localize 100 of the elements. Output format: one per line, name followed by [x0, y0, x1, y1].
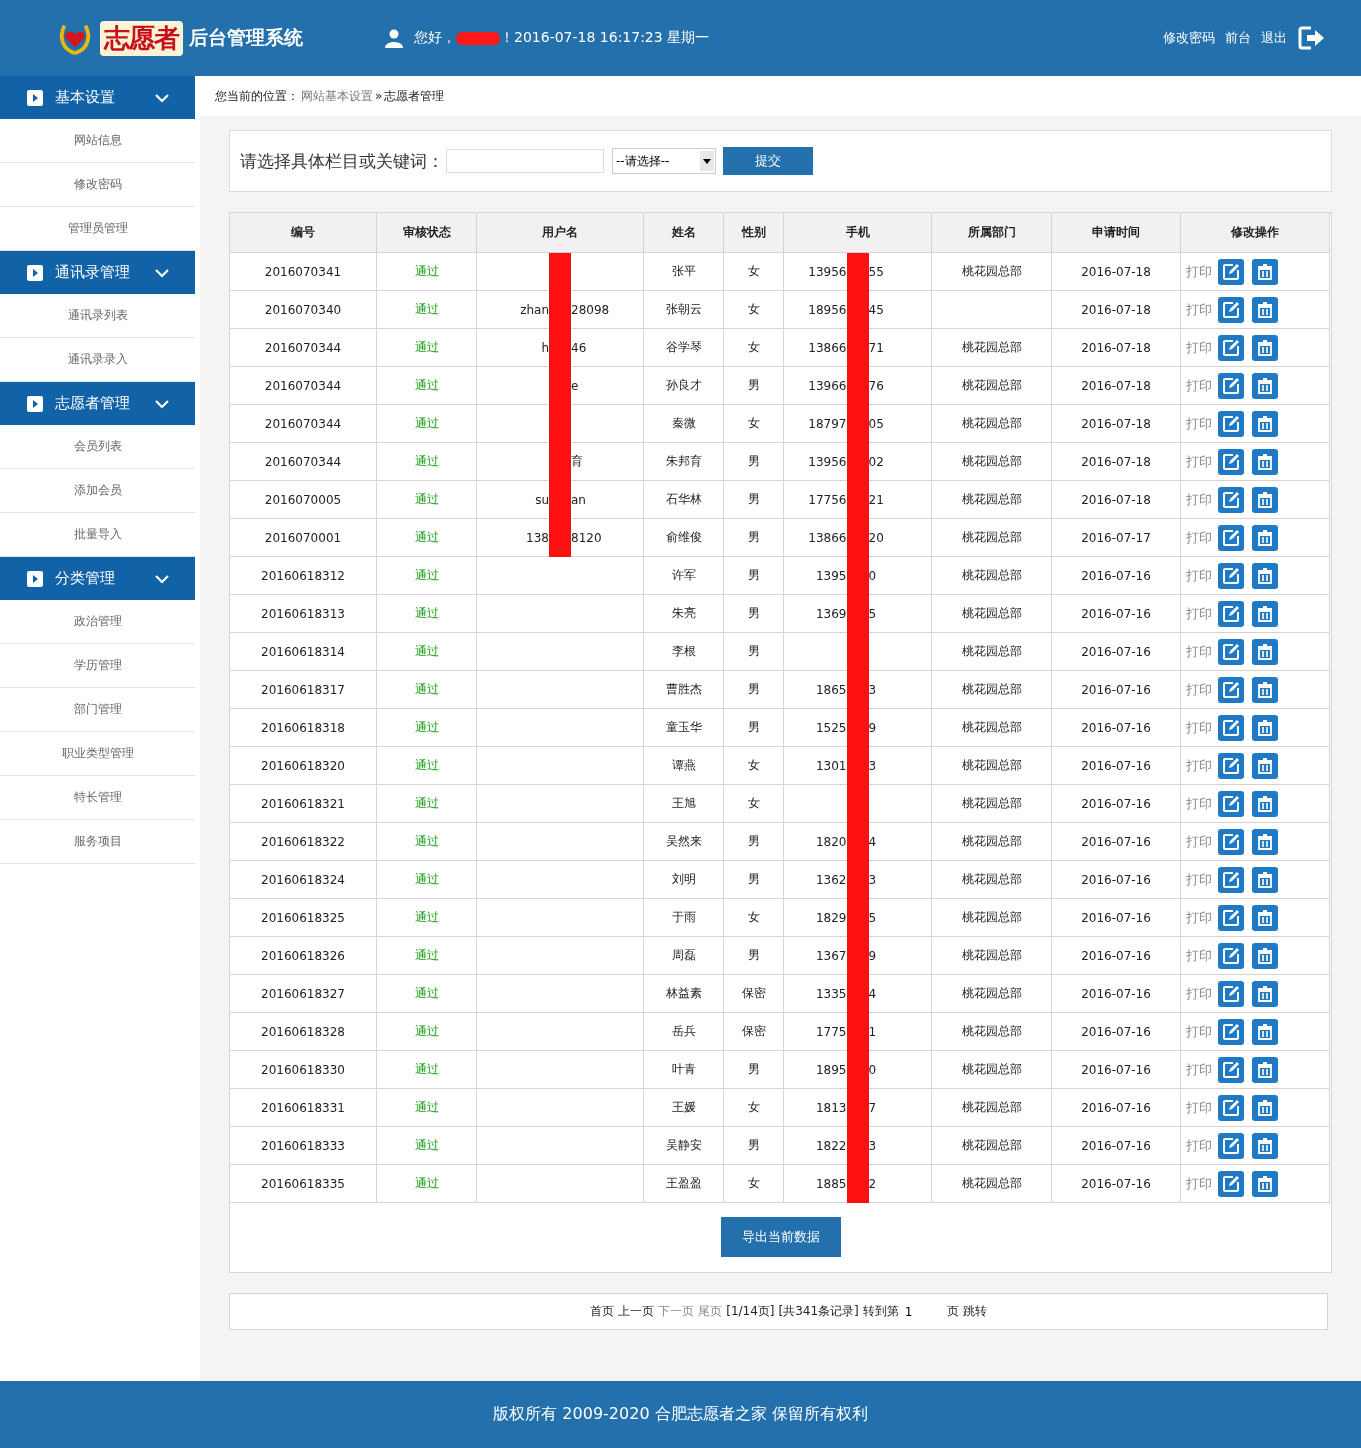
sidebar-group-header[interactable]: 志愿者管理: [0, 382, 195, 425]
trash-icon[interactable]: [1252, 410, 1278, 437]
trash-icon[interactable]: [1252, 980, 1278, 1007]
trash-icon[interactable]: [1252, 1170, 1278, 1197]
sidebar-item[interactable]: 部门管理: [0, 688, 195, 732]
header-link[interactable]: 修改密码: [1163, 29, 1215, 47]
edit-icon[interactable]: [1218, 334, 1244, 361]
export-button[interactable]: 导出当前数据: [720, 1217, 841, 1257]
trash-icon[interactable]: [1252, 448, 1278, 475]
edit-icon[interactable]: [1218, 486, 1244, 513]
edit-icon[interactable]: [1218, 942, 1244, 969]
trash-icon[interactable]: [1252, 524, 1278, 551]
print-link[interactable]: 打印: [1186, 871, 1212, 887]
print-link[interactable]: 打印: [1186, 453, 1212, 469]
edit-icon[interactable]: [1218, 1094, 1244, 1121]
keyword-field[interactable]: [446, 149, 604, 173]
print-link[interactable]: 打印: [1186, 567, 1212, 583]
print-link[interactable]: 打印: [1186, 1099, 1212, 1115]
edit-icon[interactable]: [1218, 524, 1244, 551]
print-link[interactable]: 打印: [1186, 339, 1212, 355]
sidebar-item[interactable]: 政治管理: [0, 600, 195, 644]
edit-icon[interactable]: [1218, 714, 1244, 741]
trash-icon[interactable]: [1252, 486, 1278, 513]
trash-icon[interactable]: [1252, 562, 1278, 589]
breadcrumb-link[interactable]: 网站基本设置: [301, 87, 373, 105]
trash-icon[interactable]: [1252, 600, 1278, 627]
print-link[interactable]: 打印: [1186, 415, 1212, 431]
print-link[interactable]: 打印: [1186, 301, 1212, 317]
edit-icon[interactable]: [1218, 676, 1244, 703]
edit-icon[interactable]: [1218, 980, 1244, 1007]
edit-icon[interactable]: [1218, 790, 1244, 817]
print-link[interactable]: 打印: [1186, 681, 1212, 697]
edit-icon[interactable]: [1218, 562, 1244, 589]
trash-icon[interactable]: [1252, 372, 1278, 399]
page-link[interactable]: 上一页: [618, 1303, 655, 1320]
edit-icon[interactable]: [1218, 600, 1244, 627]
edit-icon[interactable]: [1218, 1056, 1244, 1083]
edit-icon[interactable]: [1218, 448, 1244, 475]
print-link[interactable]: 打印: [1186, 643, 1212, 659]
print-link[interactable]: 打印: [1186, 985, 1212, 1001]
edit-icon[interactable]: [1218, 1170, 1244, 1197]
edit-icon[interactable]: [1218, 752, 1244, 779]
edit-icon[interactable]: [1218, 866, 1244, 893]
edit-icon[interactable]: [1218, 904, 1244, 931]
sidebar-group-header[interactable]: 基本设置: [0, 76, 195, 119]
print-link[interactable]: 打印: [1186, 1137, 1212, 1153]
trash-icon[interactable]: [1252, 296, 1278, 323]
print-link[interactable]: 打印: [1186, 491, 1212, 507]
print-link[interactable]: 打印: [1186, 605, 1212, 621]
trash-icon[interactable]: [1252, 258, 1278, 285]
trash-icon[interactable]: [1252, 904, 1278, 931]
sidebar-group-header[interactable]: 分类管理: [0, 557, 195, 600]
edit-icon[interactable]: [1218, 410, 1244, 437]
edit-icon[interactable]: [1218, 296, 1244, 323]
sidebar-item[interactable]: 特长管理: [0, 776, 195, 820]
jump-link[interactable]: 跳转: [962, 1303, 987, 1320]
page-link[interactable]: 首页: [590, 1303, 615, 1320]
sidebar-item[interactable]: 修改密码: [0, 163, 195, 207]
trash-icon[interactable]: [1252, 790, 1278, 817]
sidebar-item[interactable]: 服务项目: [0, 820, 195, 864]
edit-icon[interactable]: [1218, 1132, 1244, 1159]
trash-icon[interactable]: [1252, 1056, 1278, 1083]
print-link[interactable]: 打印: [1186, 529, 1212, 545]
trash-icon[interactable]: [1252, 866, 1278, 893]
trash-icon[interactable]: [1252, 828, 1278, 855]
header-link[interactable]: 前台: [1225, 29, 1251, 47]
print-link[interactable]: 打印: [1186, 833, 1212, 849]
print-link[interactable]: 打印: [1186, 1023, 1212, 1039]
edit-icon[interactable]: [1218, 258, 1244, 285]
submit-button[interactable]: 提交: [723, 147, 813, 175]
edit-icon[interactable]: [1218, 1018, 1244, 1045]
trash-icon[interactable]: [1252, 638, 1278, 665]
sidebar-item[interactable]: 网站信息: [0, 119, 195, 163]
edit-icon[interactable]: [1218, 828, 1244, 855]
sidebar-group-header[interactable]: 通讯录管理: [0, 251, 195, 294]
trash-icon[interactable]: [1252, 714, 1278, 741]
print-link[interactable]: 打印: [1186, 263, 1212, 279]
trash-icon[interactable]: [1252, 752, 1278, 779]
edit-icon[interactable]: [1218, 372, 1244, 399]
sidebar-item[interactable]: 学历管理: [0, 644, 195, 688]
print-link[interactable]: 打印: [1186, 1061, 1212, 1077]
print-link[interactable]: 打印: [1186, 719, 1212, 735]
trash-icon[interactable]: [1252, 942, 1278, 969]
print-link[interactable]: 打印: [1186, 947, 1212, 963]
sidebar-item[interactable]: 职业类型管理: [0, 732, 195, 776]
print-link[interactable]: 打印: [1186, 377, 1212, 393]
trash-icon[interactable]: [1252, 676, 1278, 703]
edit-icon[interactable]: [1218, 638, 1244, 665]
sidebar-item[interactable]: 通讯录列表: [0, 294, 195, 338]
sidebar-item[interactable]: 会员列表: [0, 425, 195, 469]
header-link[interactable]: 退出: [1261, 29, 1287, 47]
print-link[interactable]: 打印: [1186, 757, 1212, 773]
trash-icon[interactable]: [1252, 334, 1278, 361]
trash-icon[interactable]: [1252, 1132, 1278, 1159]
print-link[interactable]: 打印: [1186, 909, 1212, 925]
category-select[interactable]: --请选择--: [612, 148, 716, 174]
trash-icon[interactable]: [1252, 1018, 1278, 1045]
print-link[interactable]: 打印: [1186, 1175, 1212, 1191]
sidebar-item[interactable]: 添加会员: [0, 469, 195, 513]
trash-icon[interactable]: [1252, 1094, 1278, 1121]
